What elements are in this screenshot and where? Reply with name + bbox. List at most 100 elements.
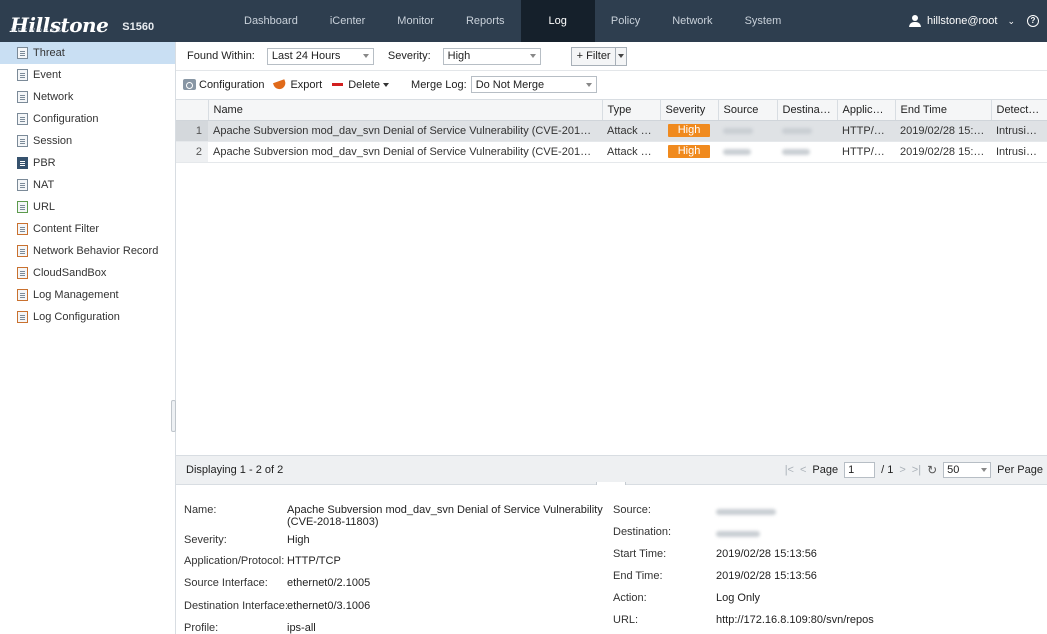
last-page-icon[interactable]: >| — [912, 464, 921, 476]
sidebar-item-content-filter[interactable]: Content Filter — [0, 218, 175, 240]
column-header-detected-by[interactable]: Detecte... — [991, 100, 1047, 121]
sidebar-item-session[interactable]: Session — [0, 130, 175, 152]
nav-monitor[interactable]: Monitor — [381, 0, 450, 42]
detail-value-url[interactable]: http://172.16.8.109:80/svn/repos — [716, 614, 874, 626]
sidebar-item-label: PBR — [33, 157, 56, 169]
sidebar-item-network-behavior-record[interactable]: Network Behavior Record — [0, 240, 175, 262]
sidebar-item-label: Threat — [33, 47, 65, 59]
severity-select[interactable]: High — [442, 47, 541, 65]
detail-value-action: Log Only — [716, 592, 761, 604]
sidebar-item-event[interactable]: Event — [0, 64, 175, 86]
log-mgmt-icon — [17, 289, 28, 301]
export-button[interactable]: Export — [273, 79, 322, 91]
help-icon[interactable]: ? — [1027, 15, 1039, 27]
delete-label: Delete — [348, 78, 381, 91]
cell-name: Apache Subversion mod_dav_svn Denial of … — [208, 141, 602, 163]
redacted-value — [782, 148, 810, 155]
refresh-icon[interactable]: ↻ — [927, 463, 937, 477]
per-page-value: 50 — [947, 464, 960, 476]
found-within-label: Found Within: — [187, 50, 255, 62]
found-within-select[interactable]: Last 24 Hours — [266, 47, 374, 65]
sandbox-doc-icon — [17, 267, 28, 279]
table-row[interactable]: 2 Apache Subversion mod_dav_svn Denial o… — [176, 141, 1047, 163]
detail-value-severity: High — [287, 534, 310, 546]
cell-type: Attack - ... — [602, 141, 660, 163]
detail-value-source — [716, 506, 776, 518]
chevron-down-icon — [383, 82, 390, 87]
delete-button[interactable]: Delete — [332, 78, 390, 91]
user-menu[interactable]: hillstone@root ⌄ ? — [908, 0, 1039, 42]
sidebar-item-log-management[interactable]: Log Management — [0, 284, 175, 306]
chevron-down-icon — [617, 54, 624, 58]
chevron-down-icon — [585, 82, 592, 87]
sidebar-item-label: Session — [33, 135, 73, 147]
chevron-down-icon — [981, 468, 988, 472]
threat-log-grid: Name Type Severity Source Destinati... A… — [176, 99, 1047, 455]
detail-label-destination: Destination: — [613, 526, 672, 538]
detail-label-severity: Severity: — [184, 534, 227, 546]
sidebar-item-threat[interactable]: Threat — [0, 42, 175, 64]
per-page-select[interactable]: 50 — [943, 462, 992, 478]
merge-log-select[interactable]: Do Not Merge — [470, 76, 597, 93]
filter-menu-toggle[interactable] — [614, 47, 626, 65]
brand[interactable]: Hillstone NETWORKS S1560 — [10, 7, 154, 35]
page-number-input[interactable]: 1 — [844, 462, 876, 478]
sidebar-item-configuration[interactable]: Configuration — [0, 108, 175, 130]
log-doc-icon — [17, 47, 28, 59]
detail-label-destination-interface: Destination Interface: — [184, 600, 288, 612]
nav-icenter[interactable]: iCenter — [314, 0, 381, 42]
nav-system[interactable]: System — [729, 0, 798, 42]
cell-detected-by: Intrusion... — [991, 141, 1047, 163]
filter-bar: Found Within: Last 24 Hours Severity: Hi… — [176, 42, 1047, 71]
prev-page-icon[interactable]: < — [800, 464, 806, 476]
chevron-down-icon[interactable]: ⌄ — [1007, 16, 1015, 27]
nav-policy[interactable]: Policy — [595, 0, 656, 42]
log-doc-icon — [17, 113, 28, 125]
redacted-value — [723, 127, 753, 134]
add-filter-button[interactable]: + Filter — [570, 46, 627, 66]
sidebar-item-cloudsandbox[interactable]: CloudSandBox — [0, 262, 175, 284]
sidebar-item-label: Event — [33, 69, 62, 81]
main-nav: Dashboard iCenter Monitor Reports Log Po… — [228, 0, 797, 42]
column-header-application[interactable]: Applicati... — [837, 100, 896, 121]
cell-name: Apache Subversion mod_dav_svn Denial of … — [208, 120, 602, 142]
chevron-down-icon — [529, 54, 536, 58]
column-header-name[interactable]: Name — [208, 100, 603, 121]
nav-network[interactable]: Network — [656, 0, 728, 42]
sidebar-item-network[interactable]: Network — [0, 86, 175, 108]
sidebar-item-label: CloudSandBox — [33, 267, 107, 279]
sidebar-item-log-configuration[interactable]: Log Configuration — [0, 306, 175, 328]
sidebar-item-label: Configuration — [33, 113, 99, 125]
sidebar-item-url[interactable]: URL — [0, 196, 175, 218]
nav-reports[interactable]: Reports — [450, 0, 521, 42]
cell-application: HTTP/TCP — [837, 120, 895, 142]
grid-header-row: Name Type Severity Source Destinati... A… — [176, 100, 1047, 121]
per-page-label: Per Page — [997, 464, 1043, 476]
redacted-value — [782, 127, 812, 134]
sidebar-item-pbr[interactable]: PBR — [0, 152, 175, 174]
nav-log[interactable]: Log — [520, 0, 595, 42]
user-icon — [908, 15, 921, 27]
column-header-severity[interactable]: Severity — [660, 100, 719, 121]
column-header-end-time[interactable]: End Time — [895, 100, 992, 121]
nav-dashboard[interactable]: Dashboard — [228, 0, 314, 42]
table-row[interactable]: 1 Apache Subversion mod_dav_svn Denial o… — [176, 120, 1047, 142]
column-header-type[interactable]: Type — [602, 100, 661, 121]
detail-label-source: Source: — [613, 504, 651, 516]
sidebar-item-label: Network Behavior Record — [33, 245, 159, 257]
column-header-source[interactable]: Source — [718, 100, 778, 121]
configuration-label: Configuration — [199, 78, 265, 91]
row-number: 2 — [176, 141, 208, 163]
log-doc-icon — [17, 91, 28, 103]
next-page-icon[interactable]: > — [899, 464, 905, 476]
sidebar-item-nat[interactable]: NAT — [0, 174, 175, 196]
user-name: hillstone@root — [926, 15, 998, 27]
detail-value-start-time: 2019/02/28 15:13:56 — [716, 548, 817, 560]
cell-source — [718, 141, 777, 163]
merge-log-value: Do Not Merge — [475, 78, 545, 91]
detail-value-source-interface: ethernet0/2.1005 — [287, 577, 371, 589]
column-header-destination[interactable]: Destinati... — [777, 100, 838, 121]
first-page-icon[interactable]: |< — [785, 464, 794, 476]
configuration-button[interactable]: Configuration — [183, 79, 264, 91]
cell-destination — [777, 120, 837, 142]
